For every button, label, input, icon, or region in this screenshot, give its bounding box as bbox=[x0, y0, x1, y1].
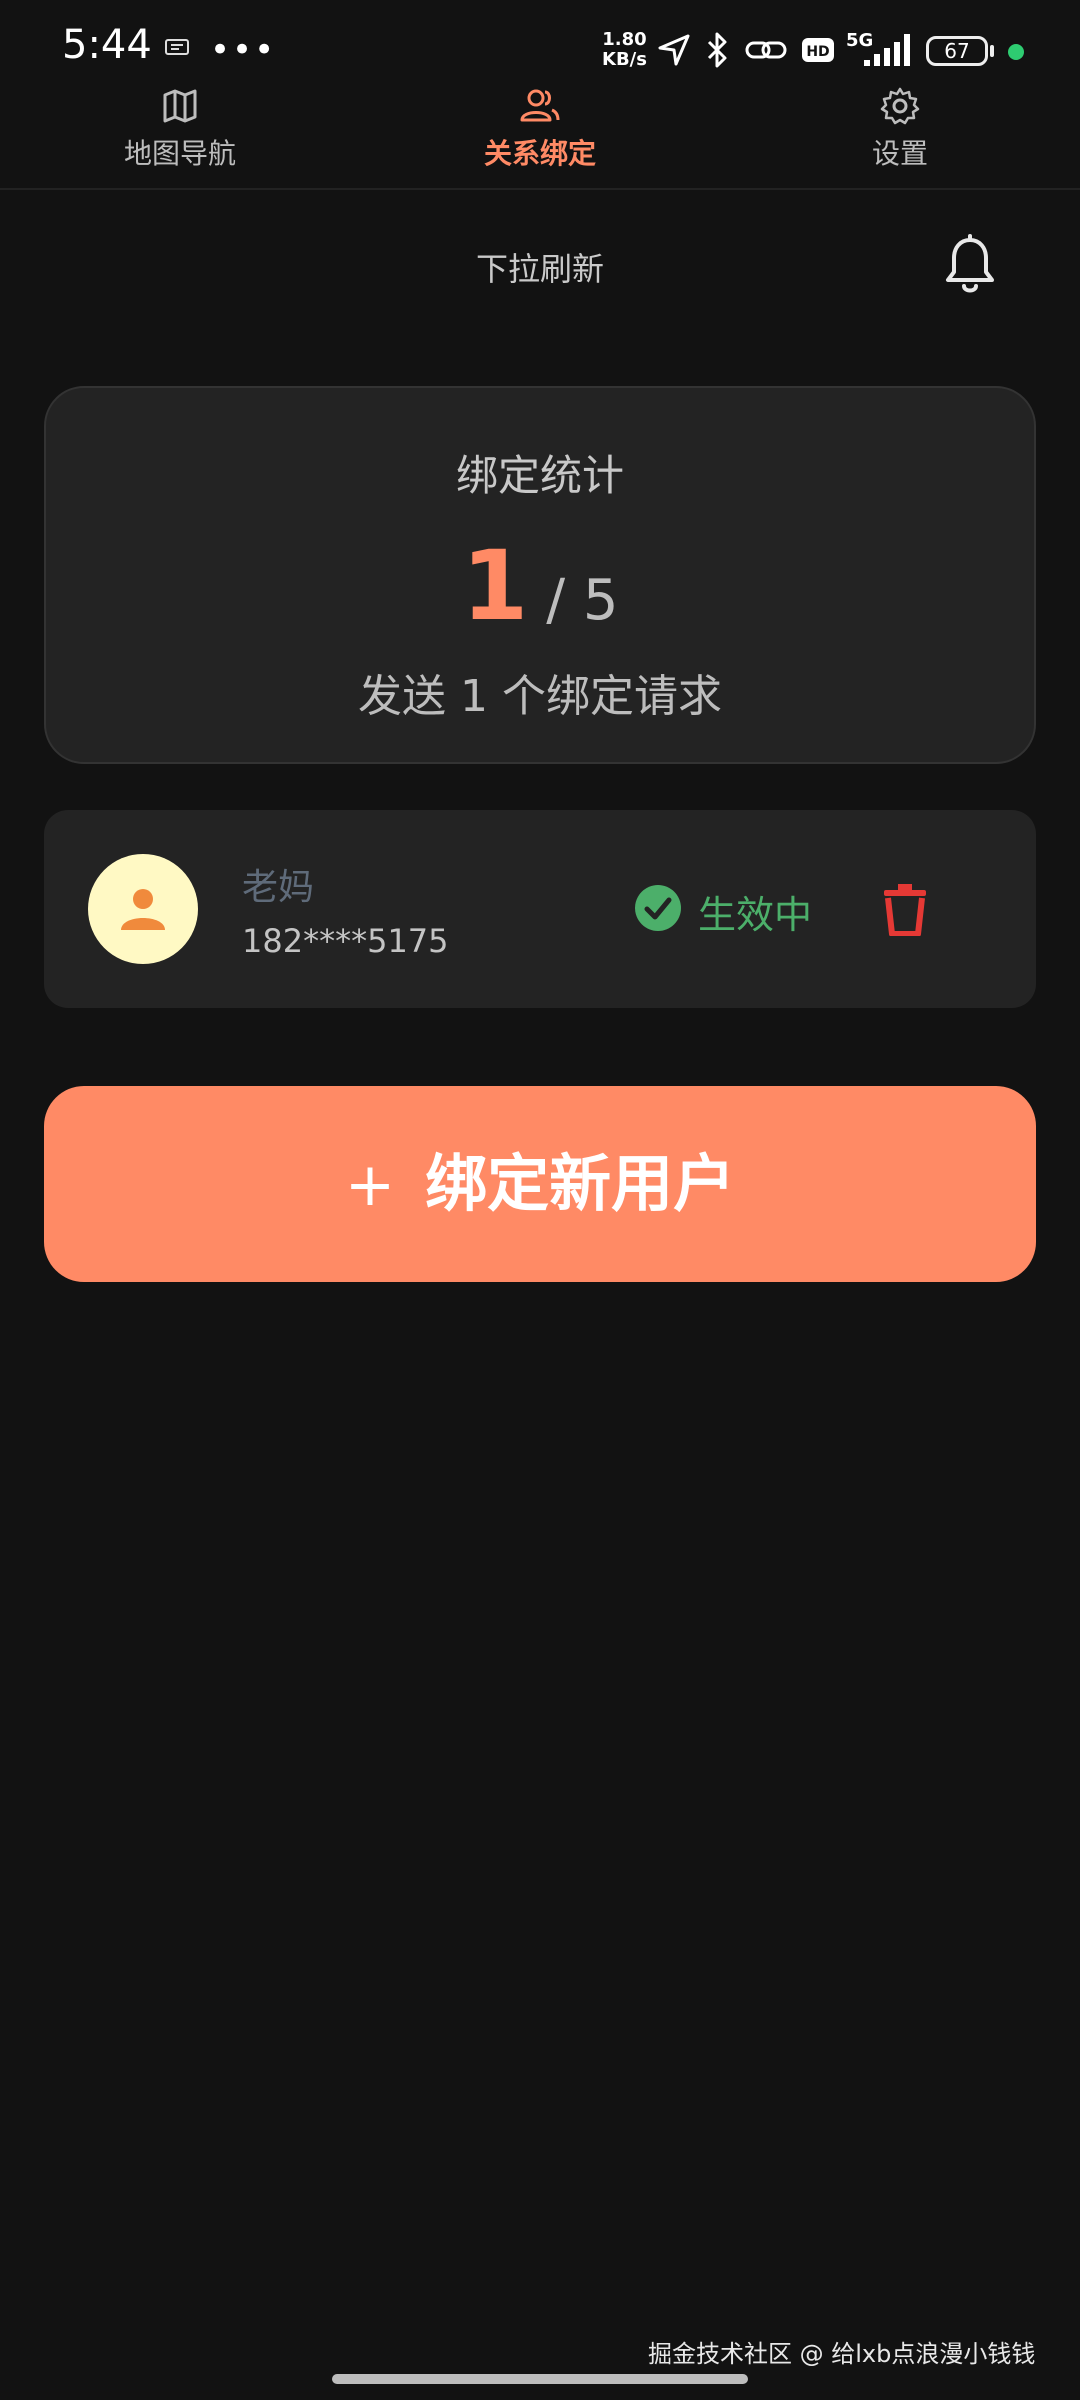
bluetooth-icon bbox=[707, 32, 727, 68]
tab-label: 关系绑定 bbox=[483, 137, 596, 170]
map-icon bbox=[163, 89, 197, 123]
link-icon bbox=[745, 41, 787, 59]
bind-new-user-button[interactable]: + 绑定新用户 bbox=[44, 1086, 1036, 1282]
person-icon bbox=[121, 889, 165, 930]
stats-title: 绑定统计 bbox=[455, 451, 624, 500]
stats-description: 发送 1 个绑定请求 bbox=[358, 671, 722, 722]
binding-stats-card: 绑定统计 1 / 5 发送 1 个绑定请求 bbox=[44, 386, 1036, 764]
battery-icon: 67 bbox=[926, 36, 988, 66]
binding-list-item[interactable]: 老妈 182****5175 生效中 bbox=[44, 810, 1036, 1008]
stats-count: 1 bbox=[461, 530, 529, 642]
tab-label: 地图导航 bbox=[123, 137, 236, 170]
bound-user-name: 老妈 bbox=[242, 867, 315, 908]
bell-icon[interactable] bbox=[942, 234, 998, 296]
top-nav: 地图导航 关系绑定 设置 bbox=[0, 80, 1080, 190]
tab-map-navigation[interactable]: 地图导航 bbox=[50, 86, 310, 172]
pull-refresh-hint: 下拉刷新 bbox=[475, 250, 604, 288]
watermark: 掘金技术社区 @ 给lxb点浪漫小钱钱 bbox=[648, 2340, 1036, 2368]
check-circle-icon bbox=[635, 885, 681, 931]
network-speed: 1.80 KB/s bbox=[602, 29, 647, 70]
more-dots-icon: ••• bbox=[210, 30, 277, 70]
trash-icon[interactable] bbox=[882, 882, 928, 936]
tab-relationship-binding[interactable]: 关系绑定 bbox=[410, 86, 670, 172]
tab-label: 设置 bbox=[871, 137, 928, 170]
privacy-indicator-dot bbox=[1008, 44, 1024, 60]
bound-user-phone: 182****5175 bbox=[242, 922, 449, 960]
gear-icon bbox=[880, 87, 920, 125]
users-icon bbox=[520, 89, 560, 122]
stats-total: / 5 bbox=[546, 568, 619, 633]
bind-new-user-label: 绑定新用户 bbox=[425, 1147, 736, 1220]
stats-number: 1 / 5 bbox=[46, 530, 1034, 642]
svg-text:HD: HD bbox=[806, 44, 829, 60]
signal-icon bbox=[864, 34, 910, 66]
battery-cap bbox=[990, 45, 994, 57]
avatar bbox=[88, 854, 198, 964]
home-indicator[interactable] bbox=[332, 2374, 748, 2384]
tab-settings[interactable]: 设置 bbox=[770, 86, 1030, 172]
location-icon bbox=[658, 34, 690, 66]
binding-status: 生效中 bbox=[698, 893, 813, 937]
hd-icon: HD bbox=[802, 38, 834, 62]
status-time: 5:44 bbox=[62, 22, 152, 68]
plus-icon: + bbox=[344, 1150, 396, 1220]
message-icon bbox=[165, 39, 189, 55]
